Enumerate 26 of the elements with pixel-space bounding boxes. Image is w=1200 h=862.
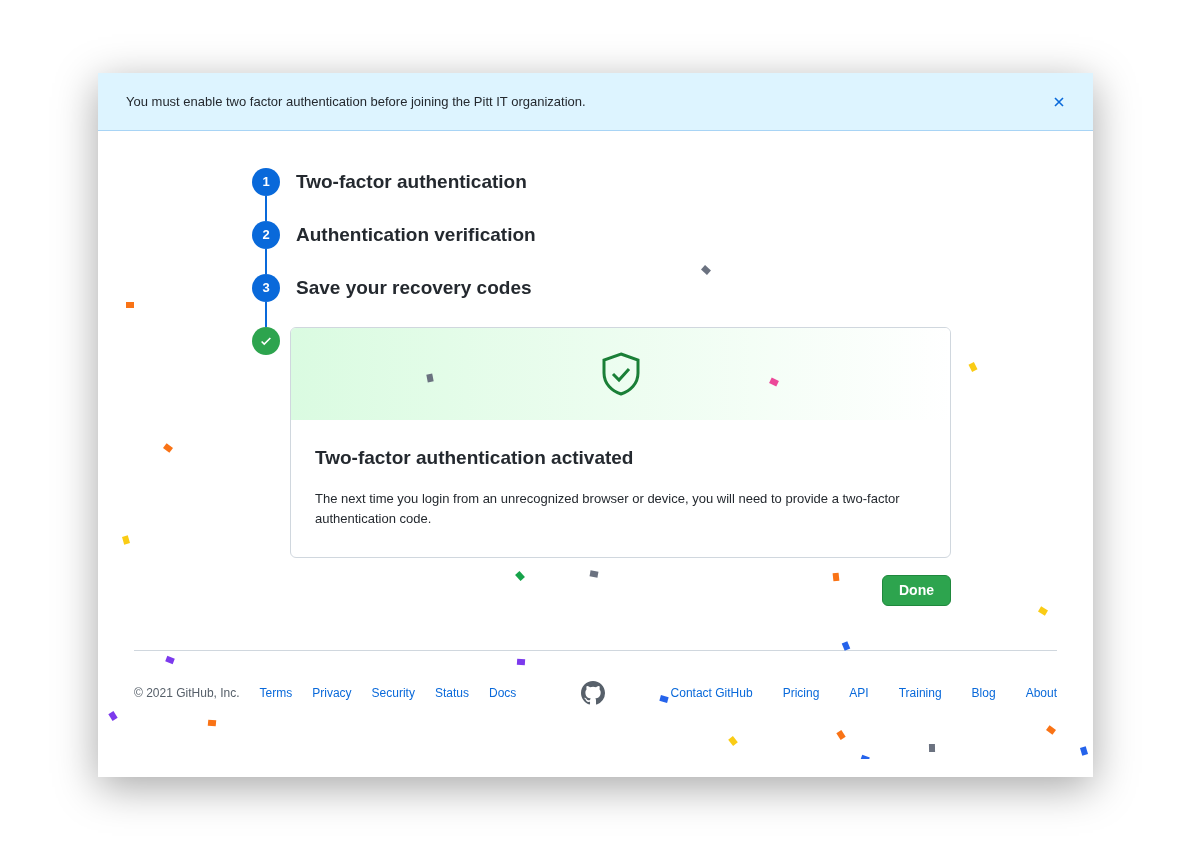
footer-link[interactable]: Security <box>371 684 415 702</box>
card-title: Two-factor authentication activated <box>315 446 635 470</box>
done-button[interactable]: Done <box>882 575 951 606</box>
card-body: The next time you login from an unrecognized browser or device, you will need to provide a two-factor authentication code. <box>315 489 901 528</box>
step-number: 2 <box>252 221 280 249</box>
footer-link[interactable]: Training <box>898 684 942 702</box>
step-number: 1 <box>252 168 280 196</box>
step-title: Two-factor authentication <box>296 170 527 194</box>
step-title: Authentication verification <box>296 223 536 247</box>
footer-link[interactable]: Blog <box>971 684 996 702</box>
footer-link[interactable]: Terms <box>259 684 293 702</box>
shield-check-icon <box>600 352 641 396</box>
footer-link[interactable]: Pricing <box>782 684 820 702</box>
footer-link[interactable]: About <box>1025 684 1057 702</box>
octocat-logo-icon <box>581 681 606 705</box>
copyright-text: © 2021 GitHub, Inc. <box>134 685 240 702</box>
banner-message: You must enable two factor authentication before joining the Pitt IT organization. <box>126 92 586 111</box>
footer-link[interactable]: Contact GitHub <box>670 684 753 702</box>
check-icon <box>252 327 280 355</box>
close-icon[interactable] <box>1053 95 1065 108</box>
footer-link[interactable]: Privacy <box>312 684 352 702</box>
footer-link[interactable]: Status <box>434 684 469 702</box>
footer-link[interactable]: Docs <box>488 684 517 702</box>
footer-link[interactable]: API <box>849 684 869 702</box>
step-title: Save your recovery codes <box>296 276 532 300</box>
step-number: 3 <box>252 274 280 302</box>
